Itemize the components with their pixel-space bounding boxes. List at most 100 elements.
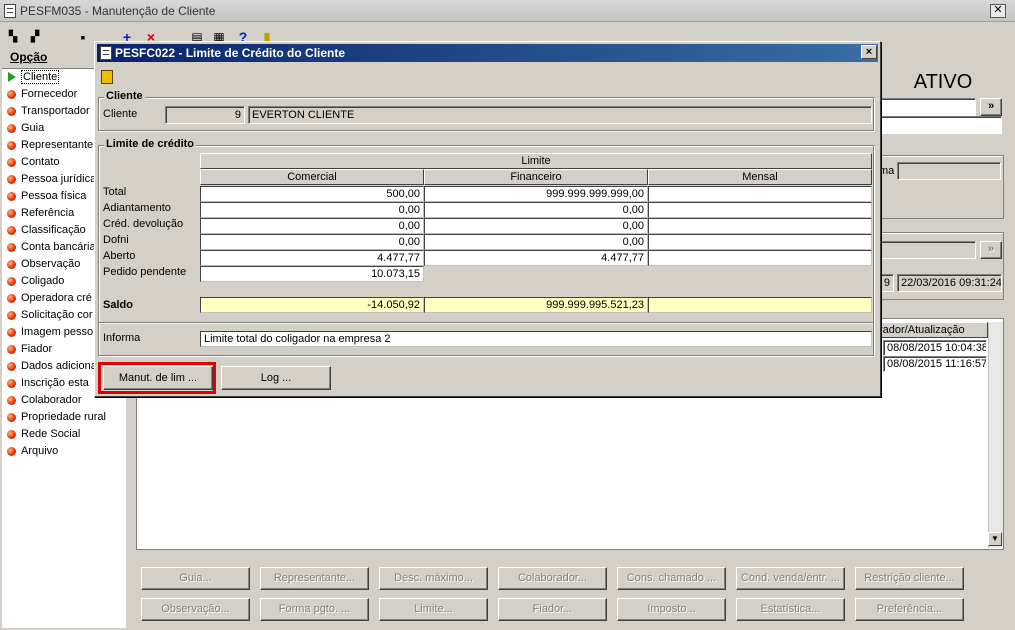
adiantamento-label: Adiantamento bbox=[103, 202, 171, 214]
app-icon bbox=[4, 4, 16, 18]
toolbar-back-icon[interactable]: ▚ bbox=[4, 28, 22, 46]
bg-expand-button-2[interactable]: » bbox=[980, 241, 1002, 259]
estatistica-button[interactable]: Estatística... bbox=[736, 598, 845, 621]
colaborador-button[interactable]: Colaborador... bbox=[498, 567, 607, 590]
cred-devolucao-financeiro: 0,00 bbox=[424, 218, 648, 234]
nav-item-propriedade-rural[interactable]: Propriedade rural bbox=[2, 409, 126, 426]
bullet-icon bbox=[7, 141, 16, 150]
toolbar-save-icon[interactable]: ▪ bbox=[74, 28, 92, 46]
informa-label: Informa bbox=[103, 332, 141, 344]
main-window-title: PESFM035 - Manutenção de Cliente bbox=[20, 4, 216, 18]
aberto-mensal bbox=[648, 250, 872, 266]
pedido-pendente-comercial: 10.073,15 bbox=[200, 266, 424, 282]
nav-item-arquivo[interactable]: Arquivo bbox=[2, 443, 126, 460]
forma-pgto-button[interactable]: Forma pgto. ... bbox=[260, 598, 369, 621]
bullet-icon bbox=[7, 328, 16, 337]
bullet-icon bbox=[7, 413, 16, 422]
bg-timestamp-field: 22/03/2016 09:31:24 bbox=[897, 274, 1002, 292]
bullet-icon bbox=[7, 243, 16, 252]
bullet-icon bbox=[7, 192, 16, 201]
cred-devolucao-comercial: 0,00 bbox=[200, 218, 424, 234]
representante-button[interactable]: Representante... bbox=[260, 567, 369, 590]
limite-header: Limite bbox=[200, 153, 872, 169]
bg-expand-button[interactable]: » bbox=[980, 98, 1002, 116]
dofni-label: Dofni bbox=[103, 234, 129, 246]
adiantamento-financeiro: 0,00 bbox=[424, 202, 648, 218]
bullet-icon bbox=[7, 277, 16, 286]
saldo-mensal bbox=[648, 297, 872, 313]
saldo-financeiro: 999.999.995.521,23 bbox=[424, 297, 648, 313]
informa-field: Limite total do coligador na empresa 2 bbox=[200, 331, 872, 347]
limite-credito-group-label: Limite de crédito bbox=[104, 138, 197, 150]
dofni-comercial: 0,00 bbox=[200, 234, 424, 250]
dialog-app-icon bbox=[100, 46, 112, 60]
bullet-icon bbox=[7, 379, 16, 388]
dialog-close-icon[interactable]: × bbox=[861, 45, 877, 59]
bullet-icon bbox=[7, 294, 16, 303]
bg-grid-row[interactable]: 08/08/2015 11:16:57 bbox=[883, 356, 987, 372]
bullet-icon bbox=[7, 209, 16, 218]
cond-venda-button[interactable]: Cond. venda/entr. ... bbox=[736, 567, 845, 590]
dofni-mensal bbox=[648, 234, 872, 250]
comercial-column-header[interactable]: Comercial bbox=[200, 169, 424, 185]
bg-label-ma: ma bbox=[879, 165, 895, 177]
bullet-icon bbox=[7, 362, 16, 371]
dialog-title: PESFC022 - Limite de Crédito do Cliente bbox=[115, 46, 346, 60]
guia-button[interactable]: Guia... bbox=[141, 567, 250, 590]
divider bbox=[99, 322, 873, 323]
pedido-pendente-label: Pedido pendente bbox=[103, 266, 187, 278]
dofni-financeiro: 0,00 bbox=[424, 234, 648, 250]
cliente-label: Cliente bbox=[103, 108, 138, 120]
cliente-group: Cliente Cliente 9 EVERTON CLIENTE bbox=[98, 90, 874, 131]
bullet-icon bbox=[7, 158, 16, 167]
nav-item-rede-social[interactable]: Rede Social bbox=[2, 426, 126, 443]
limite-button[interactable]: Limite... bbox=[379, 598, 488, 621]
cliente-name-field: EVERTON CLIENTE bbox=[248, 106, 872, 124]
dialog-title-bar: PESFC022 - Limite de Crédito do Cliente … bbox=[97, 44, 878, 62]
total-financeiro: 999.999.999.999,00 bbox=[424, 186, 648, 202]
bullet-icon bbox=[7, 175, 16, 184]
imposto-button[interactable]: Imposto... bbox=[617, 598, 726, 621]
fiador-button[interactable]: Fiador... bbox=[498, 598, 607, 621]
preferencia-button[interactable]: Preferência... bbox=[855, 598, 964, 621]
bullet-icon bbox=[7, 90, 16, 99]
bg-grid-scrollbar[interactable] bbox=[988, 322, 1003, 548]
bg-grid-header[interactable]: rador/Atualização bbox=[876, 322, 988, 338]
bg-grid-row[interactable]: 08/08/2015 10:04:38 bbox=[883, 340, 987, 356]
bg-field-second[interactable] bbox=[876, 116, 1002, 134]
financeiro-column-header[interactable]: Financeiro bbox=[424, 169, 648, 185]
cliente-code-field: 9 bbox=[165, 106, 245, 124]
desc-maximo-button[interactable]: Desc. máximo... bbox=[379, 567, 488, 590]
highlight-frame bbox=[98, 362, 216, 394]
exit-door-icon[interactable] bbox=[101, 70, 113, 84]
main-close-icon[interactable]: ✕ bbox=[990, 4, 1006, 18]
cred-devolucao-label: Créd. devolução bbox=[103, 218, 184, 230]
aberto-label: Aberto bbox=[103, 250, 136, 262]
saldo-label: Saldo bbox=[103, 299, 133, 311]
bullet-icon bbox=[7, 311, 16, 320]
observacao-button[interactable]: Observação... bbox=[141, 598, 250, 621]
aberto-comercial: 4.477,77 bbox=[200, 250, 424, 266]
bg-field-top[interactable] bbox=[876, 98, 976, 116]
bullet-icon bbox=[7, 260, 16, 269]
cons-chamado-button[interactable]: Cons. chamado ... bbox=[617, 567, 726, 590]
status-badge: ATIVO bbox=[904, 66, 982, 98]
log-button[interactable]: Log ... bbox=[221, 366, 331, 390]
adiantamento-mensal bbox=[648, 202, 872, 218]
restricao-cliente-button[interactable]: Restrição cliente... bbox=[855, 567, 964, 590]
toolbar-copy-icon[interactable]: ▞ bbox=[26, 28, 44, 46]
limite-credito-group: Limite de crédito Limite Comercial Finan… bbox=[98, 138, 874, 356]
total-mensal bbox=[648, 186, 872, 202]
aberto-financeiro: 4.477,77 bbox=[424, 250, 648, 266]
mensal-column-header[interactable]: Mensal bbox=[648, 169, 872, 185]
play-arrow-icon bbox=[8, 72, 16, 82]
bullet-icon bbox=[7, 430, 16, 439]
adiantamento-comercial: 0,00 bbox=[200, 202, 424, 218]
cliente-group-label: Cliente bbox=[104, 90, 145, 102]
total-label: Total bbox=[103, 186, 127, 198]
saldo-comercial: -14.050,92 bbox=[200, 297, 424, 313]
bullet-icon bbox=[7, 447, 16, 456]
scroll-down-icon[interactable]: ▼ bbox=[988, 532, 1002, 546]
cred-devolucao-mensal bbox=[648, 218, 872, 234]
bullet-icon bbox=[7, 226, 16, 235]
